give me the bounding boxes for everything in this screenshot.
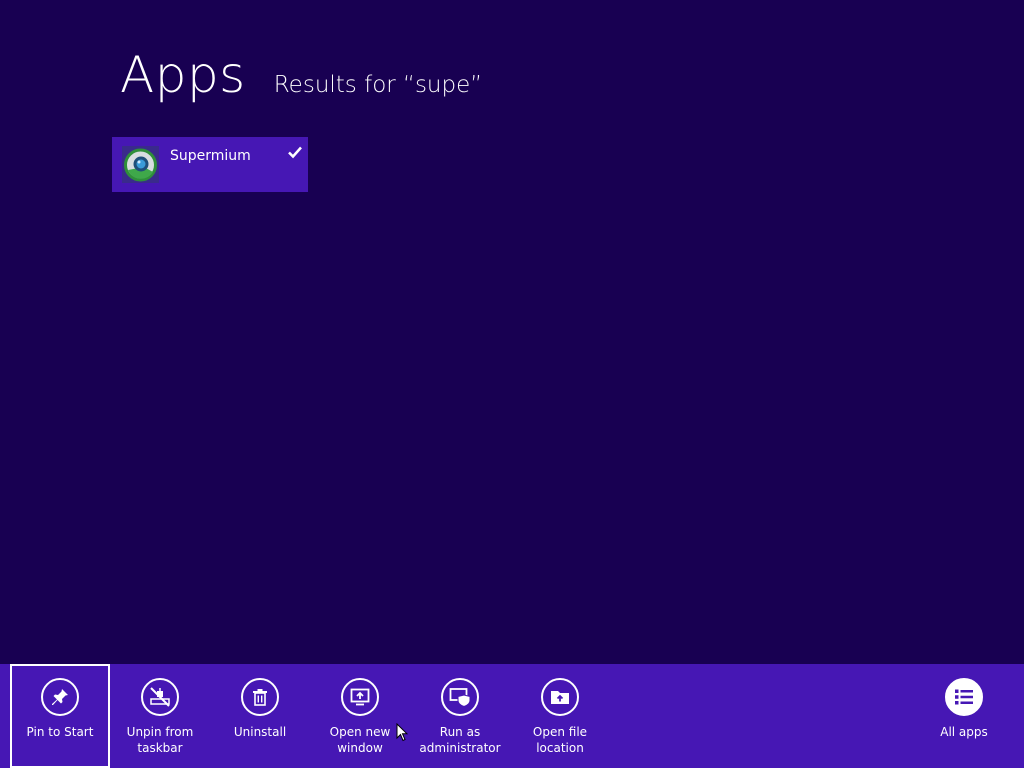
checkmark-icon — [287, 144, 303, 160]
new-window-icon — [341, 678, 379, 716]
apps-search-screen: Apps Results for “supe” Supermium Pin to… — [0, 0, 1024, 768]
shield-window-icon — [441, 678, 479, 716]
open-new-window-label: Open new window — [329, 725, 391, 755]
app-tile-supermium[interactable]: Supermium — [112, 137, 308, 192]
page-header: Apps Results for “supe” — [120, 50, 482, 100]
folder-icon — [541, 678, 579, 716]
run-as-administrator-label: Run as administrator — [419, 725, 501, 755]
unpin-from-taskbar-label: Unpin from taskbar — [126, 725, 194, 755]
open-file-location-button[interactable]: Open file location — [510, 664, 610, 768]
unpin-taskbar-icon — [141, 678, 179, 716]
trash-icon — [241, 678, 279, 716]
pin-icon — [41, 678, 79, 716]
app-bar: Pin to Start Unpin from taskbar Uninstal… — [0, 664, 1024, 768]
pin-to-start-label: Pin to Start — [26, 725, 94, 739]
all-apps-button[interactable]: All apps — [914, 664, 1014, 768]
list-icon — [945, 678, 983, 716]
mouse-pointer-icon — [396, 722, 409, 742]
uninstall-label: Uninstall — [233, 725, 287, 739]
run-as-administrator-button[interactable]: Run as administrator — [410, 664, 510, 768]
page-title: Apps — [120, 46, 246, 104]
all-apps-label: All apps — [940, 725, 988, 739]
app-name: Supermium — [170, 148, 251, 164]
open-new-window-button[interactable]: Open new window — [310, 664, 410, 768]
search-results-caption: Results for “supe” — [273, 72, 483, 98]
open-file-location-label: Open file location — [532, 725, 588, 755]
supermium-logo-icon — [122, 146, 159, 183]
uninstall-button[interactable]: Uninstall — [210, 664, 310, 768]
pin-to-start-button[interactable]: Pin to Start — [10, 664, 110, 768]
unpin-from-taskbar-button[interactable]: Unpin from taskbar — [110, 664, 210, 768]
